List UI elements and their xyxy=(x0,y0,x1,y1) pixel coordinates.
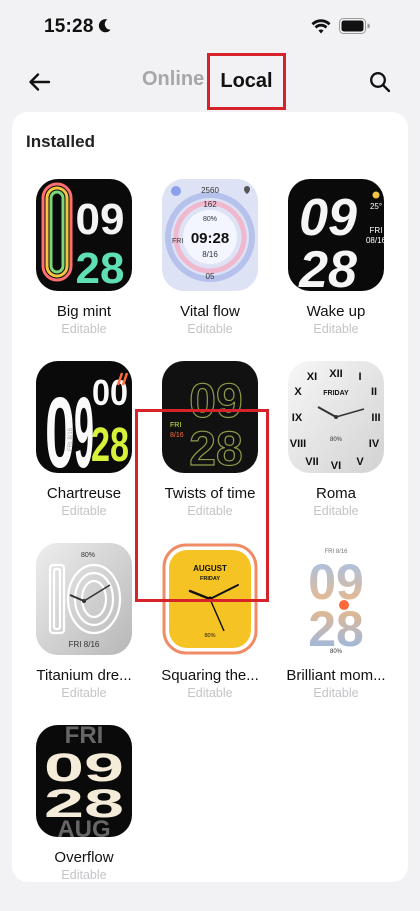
chartreuse-m2: 28 xyxy=(91,419,129,472)
roma-face-preview: XII III IIIIVV VIVIIVIII IXXXI FRIDAY 80% xyxy=(288,361,384,473)
twists-day: FRI xyxy=(170,422,181,429)
squaring-day: FRIDAY xyxy=(200,576,220,582)
wake-up-face-preview: 09 28 25° FRI 08/16 xyxy=(288,179,384,291)
watch-face-vital-flow[interactable]: 2560 162 80% FRI 09:28 8/16 05 Vital flo… xyxy=(147,179,273,349)
watch-face-brilliant-moments[interactable]: FRI 8/16 09 28 80% Brilliant mom... Edit… xyxy=(273,543,399,713)
watch-face-wake-up[interactable]: 09 28 25° FRI 08/16 Wake up Editable xyxy=(273,179,399,349)
wake-up-hour: 09 xyxy=(299,189,357,247)
titanium-dream-face-preview: 80% FRI 8/16 xyxy=(36,543,132,655)
back-arrow-icon[interactable] xyxy=(26,68,54,96)
face-name: Titanium dre... xyxy=(36,667,132,684)
battery-icon xyxy=(339,18,370,34)
watch-face-titanium-dream[interactable]: 80% FRI 8/16 Titanium dre... Editable xyxy=(21,543,147,713)
svg-text:IV: IV xyxy=(369,438,380,450)
face-editable-label: Editable xyxy=(187,322,233,336)
svg-text:VIII: VIII xyxy=(290,438,307,450)
big-mint-hour: 09 xyxy=(76,195,125,244)
face-editable-label: Editable xyxy=(313,504,359,518)
tab-local[interactable]: Local xyxy=(207,53,286,110)
face-editable-label: Editable xyxy=(187,504,233,518)
tab-online[interactable]: Online xyxy=(142,68,204,91)
big-mint-minute: 28 xyxy=(76,244,125,291)
brilliant-battery: 80% xyxy=(330,649,343,655)
chartreuse-face-preview: 0 9 00 28 FRI 8/16 xyxy=(36,361,132,473)
titanium-date: FRI 8/16 xyxy=(69,640,100,649)
watch-face-squaring-the-circle[interactable]: AUGUST FRIDAY 80% Squaring the... Editab… xyxy=(147,543,273,713)
vital-flow-time: 09:28 xyxy=(191,230,229,247)
svg-text:IX: IX xyxy=(292,412,303,424)
vital-flow-bottom: 05 xyxy=(206,272,215,281)
chartreuse-h1: 0 xyxy=(45,377,75,473)
vital-flow-face-preview: 2560 162 80% FRI 09:28 8/16 05 xyxy=(162,179,258,291)
vital-flow-day: FRI xyxy=(172,238,183,245)
section-title: Installed xyxy=(26,132,95,151)
brilliant-minute: 28 xyxy=(308,601,364,655)
face-editable-label: Editable xyxy=(187,686,233,700)
vital-flow-top: 162 xyxy=(203,200,217,209)
watch-face-big-mint[interactable]: 09 28 Big mint Editable xyxy=(21,179,147,349)
wake-up-day: FRI xyxy=(370,226,383,235)
face-editable-label: Editable xyxy=(313,322,359,336)
face-name: Brilliant mom... xyxy=(286,667,386,684)
vital-flow-date: 8/16 xyxy=(202,250,218,259)
chartreuse-m1: 00 xyxy=(92,372,128,413)
face-name: Vital flow xyxy=(180,303,240,320)
face-name: Roma xyxy=(315,485,356,502)
watch-face-panel: Installed 09 28 Big mint Editable 2560 1… xyxy=(12,112,408,882)
vital-flow-battery: 80% xyxy=(203,216,217,223)
squaring-the-circle-face-preview: AUGUST FRIDAY 80% xyxy=(162,543,258,655)
face-editable-label: Editable xyxy=(61,868,107,882)
twists-hour: 09 xyxy=(189,375,242,428)
wifi-icon xyxy=(311,19,331,34)
watch-face-roma[interactable]: XII I II III IV V VI VII VIII IX X XI FRIDAY 80%… xyxy=(273,361,399,531)
face-editable-label: Editable xyxy=(61,504,107,518)
twists-minute: 28 xyxy=(189,423,242,473)
face-editable-label: Editable xyxy=(61,686,107,700)
status-time: 15:28 xyxy=(44,16,94,37)
moon-icon xyxy=(98,19,111,33)
face-name: Squaring the... xyxy=(161,667,259,684)
twists-of-time-face-preview: 09 28 FRI 8/16 xyxy=(162,361,258,473)
svg-text:VI: VI xyxy=(331,460,341,472)
twists-date: 8/16 xyxy=(170,432,184,439)
search-icon[interactable] xyxy=(368,70,392,94)
face-name: Chartreuse xyxy=(46,485,122,502)
roma-battery: 80% xyxy=(330,437,343,443)
svg-text:XII: XII xyxy=(329,368,342,380)
status-bar: 15:28 xyxy=(0,0,420,56)
watch-face-chartreuse[interactable]: 0 9 00 28 FRI 8/16 Chartreuse Editable xyxy=(21,361,147,531)
squaring-month: AUGUST xyxy=(193,564,227,573)
roma-day: FRIDAY xyxy=(323,390,349,397)
overflow-face-preview: FRI 09 28 AUG xyxy=(36,725,132,837)
titanium-battery: 80% xyxy=(81,552,95,559)
svg-text:VII: VII xyxy=(305,456,318,468)
face-editable-label: Editable xyxy=(313,686,359,700)
svg-text:I: I xyxy=(358,371,361,383)
face-name: Big mint xyxy=(56,303,112,320)
svg-text:V: V xyxy=(356,456,364,468)
brilliant-moments-face-preview: FRI 8/16 09 28 80% xyxy=(288,543,384,655)
svg-text:XI: XI xyxy=(307,371,317,383)
wake-up-date: 08/16 xyxy=(366,236,384,245)
svg-text:X: X xyxy=(294,386,302,398)
svg-text:III: III xyxy=(371,412,380,424)
svg-text:II: II xyxy=(371,386,377,398)
squaring-battery: 80% xyxy=(204,633,215,639)
face-name: Overflow xyxy=(54,849,114,866)
face-editable-label: Editable xyxy=(61,322,107,336)
watch-face-overflow[interactable]: FRI 09 28 AUG Overflow Editable xyxy=(21,725,147,882)
tab-local-label: Local xyxy=(220,70,273,92)
watch-face-twists-of-time[interactable]: 09 28 FRI 8/16 Twists of time Editable xyxy=(147,361,273,531)
big-mint-face-preview: 09 28 xyxy=(36,179,132,291)
face-name: Twists of time xyxy=(164,485,256,502)
chartreuse-side: FRI 8/16 xyxy=(68,427,74,451)
wake-up-minute: 28 xyxy=(298,241,357,291)
face-name: Wake up xyxy=(306,303,366,320)
wake-up-temp: 25° xyxy=(370,202,382,211)
vital-flow-steps: 2560 xyxy=(201,186,219,195)
overflow-month: AUG xyxy=(57,816,110,837)
